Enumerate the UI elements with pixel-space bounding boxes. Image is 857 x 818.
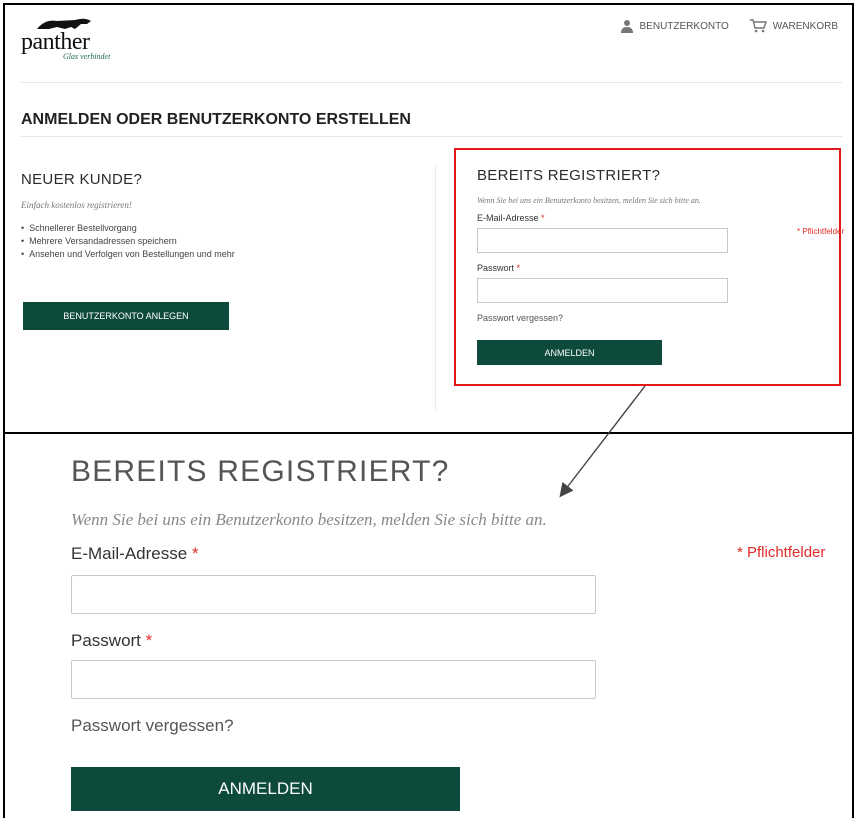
zoomed-required-fields-note: * Pflichtfelder: [737, 544, 826, 561]
header-divider: [21, 82, 842, 83]
column-divider: [435, 165, 436, 410]
zoomed-password-field[interactable]: [71, 660, 596, 699]
account-label: BENUTZERKONTO: [639, 20, 729, 32]
zoomed-email-label: E-Mail-Adresse *: [71, 544, 199, 564]
user-icon: [620, 20, 633, 33]
new-customer-title: NEUER KUNDE?: [21, 171, 143, 188]
email-label-text: E-Mail-Adresse: [477, 213, 539, 223]
email-label-text: E-Mail-Adresse: [71, 544, 188, 563]
cart-label: WARENKORB: [772, 20, 838, 32]
login-page-screenshot: panther Glas verbindet BENUTZERKONTO WAR…: [3, 3, 854, 434]
password-label-text: Passwort: [477, 263, 515, 273]
login-subtitle: Wenn Sie bei uns ein Benutzerkonto besit…: [477, 196, 701, 205]
cart-link[interactable]: WARENKORB: [749, 19, 838, 33]
email-label: E-Mail-Adresse *: [477, 213, 852, 223]
login-button[interactable]: ANMELDEN: [477, 340, 662, 365]
password-label: Passwort *: [477, 263, 852, 273]
required-marker: *: [145, 631, 153, 650]
logo-tagline: Glas verbindet: [63, 52, 111, 61]
zoomed-password-label: Passwort *: [71, 631, 152, 651]
required-marker: *: [541, 213, 545, 223]
email-field[interactable]: [477, 228, 728, 253]
list-item: Mehrere Versandadressen speichern: [21, 235, 421, 248]
required-marker: *: [516, 263, 521, 273]
create-account-button[interactable]: BENUTZERKONTO ANLEGEN: [23, 302, 229, 330]
login-title: BEREITS REGISTRIERT?: [477, 167, 661, 184]
account-link[interactable]: BENUTZERKONTO: [620, 19, 729, 33]
new-customer-subtitle: Einfach kostenlos registrieren!: [21, 200, 132, 210]
page-title: ANMELDEN ODER BENUTZERKONTO ERSTELLEN: [21, 111, 411, 128]
login-section: BEREITS REGISTRIERT? Wenn Sie bei uns ei…: [477, 167, 852, 365]
list-item: Ansehen und Verfolgen von Bestellungen u…: [21, 248, 421, 261]
password-field[interactable]: [477, 278, 728, 303]
zoomed-login-title: BEREITS REGISTRIERT?: [71, 455, 450, 488]
cart-icon: [749, 19, 767, 33]
password-label-text: Passwort: [71, 631, 141, 650]
new-customer-section: NEUER KUNDE? Einfach kostenlos registrie…: [21, 171, 421, 261]
zoomed-login-button[interactable]: ANMELDEN: [71, 767, 460, 811]
zoomed-login-section: BEREITS REGISTRIERT? Wenn Sie bei uns ei…: [3, 434, 854, 818]
panther-logo[interactable]: panther Glas verbindet: [21, 13, 141, 65]
zoomed-forgot-password-link[interactable]: Passwort vergessen?: [71, 716, 234, 736]
zoomed-login-subtitle: Wenn Sie bei uns ein Benutzerkonto besit…: [71, 510, 547, 529]
required-marker: *: [191, 544, 199, 563]
list-item: Schnellerer Bestellvorgang: [21, 222, 421, 235]
title-divider: [21, 136, 842, 137]
zoomed-email-field[interactable]: [71, 575, 596, 614]
forgot-password-link[interactable]: Passwort vergessen?: [477, 313, 563, 323]
benefits-list: Schnellerer Bestellvorgang Mehrere Versa…: [21, 222, 421, 261]
header-links: BENUTZERKONTO WARENKORB: [620, 19, 838, 33]
